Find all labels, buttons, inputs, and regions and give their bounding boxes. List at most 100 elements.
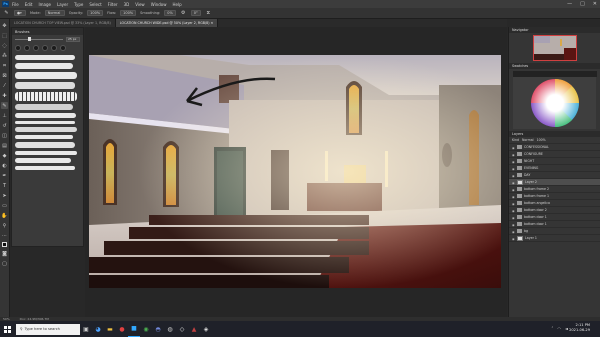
visibility-eye-icon[interactable]: ◉ [512,202,515,206]
brush-preset-picker[interactable]: ●▾ [14,10,26,16]
minimize-button[interactable]: — [567,1,572,7]
blur-tool-icon[interactable]: ◆ [1,152,8,159]
flow-input[interactable]: 100% [120,10,137,16]
gradient-tool-icon[interactable]: ▤ [1,142,8,149]
layer-row[interactable]: ◉ bottom door 1 [509,214,600,221]
tab-church-top-view[interactable]: LOCATION CHURCH TOP VIEW.psd @ 33% (Laye… [10,19,116,27]
file-explorer-icon[interactable]: ▬ [104,321,116,337]
brush-preset[interactable] [15,45,21,51]
brush-stroke-preview[interactable] [15,142,75,148]
visibility-eye-icon[interactable]: ◉ [512,146,515,150]
move-tool-icon[interactable]: ✥ [1,22,8,29]
layer-row[interactable]: ◉ EVENING [509,165,600,172]
menu-layer[interactable]: Layer [57,2,68,7]
history-brush-tool-icon[interactable]: ↺ [1,122,8,129]
visibility-eye-icon[interactable]: ◉ [512,237,515,241]
layer-row[interactable]: ◉ CONFESSIONAL [509,144,600,151]
layer-row[interactable]: ◉ bottom frame 1 [509,193,600,200]
rectangle-tool-icon[interactable]: ▭ [1,202,8,209]
close-button[interactable]: ✕ [593,1,597,7]
layer-row[interactable]: ◉ bottom angelica [509,200,600,207]
menu-edit[interactable]: Edit [25,2,33,7]
more-tools-icon[interactable]: ⋯ [1,232,8,239]
symmetry-icon[interactable]: ⧖ [205,10,212,17]
document-canvas[interactable] [89,55,501,288]
brush-stroke-preview[interactable] [15,55,75,60]
menu-filter[interactable]: Filter [108,2,118,7]
visibility-eye-icon[interactable]: ◉ [512,167,515,171]
menu-3d[interactable]: 3D [124,2,130,7]
settings-gear-icon[interactable]: ⚙ [180,10,187,17]
mode-select[interactable]: Normal [44,10,65,16]
menu-view[interactable]: View [135,2,145,7]
app-icon[interactable]: ▲ [188,321,200,337]
brush-preset[interactable] [33,45,39,51]
smoothing-input[interactable]: 0% [164,10,176,16]
tray-chevron-icon[interactable]: ˄ [551,326,553,331]
tab-church-wide[interactable]: LOCATION CHURCH WIDE.psd @ 50% (Layer 2,… [115,19,219,27]
crop-tool-icon[interactable]: ⌗ [1,62,8,69]
menu-file[interactable]: File [12,2,19,7]
volume-icon[interactable]: ◄ [565,326,568,331]
visibility-eye-icon[interactable]: ◉ [512,174,515,178]
menu-image[interactable]: Image [38,2,51,7]
path-select-tool-icon[interactable]: ➤ [1,192,8,199]
brush-size-slider[interactable] [15,37,63,41]
quick-mask-icon[interactable]: ◙ [1,250,8,257]
slider-handle[interactable] [28,37,32,41]
healing-brush-tool-icon[interactable]: ✚ [1,92,8,99]
color-picker[interactable] [513,71,597,129]
network-icon[interactable]: ◠ [557,326,561,331]
menu-select[interactable]: Select [89,2,101,7]
layer-row[interactable]: ◉ Layer 1 [509,235,600,242]
task-view-icon[interactable]: ▣ [80,321,92,337]
layer-row[interactable]: ◉ bg [509,228,600,235]
brush-stroke-preview[interactable] [15,113,76,118]
layer-opacity-input[interactable]: 100% [537,138,546,142]
screen-mode-icon[interactable]: ▢ [1,260,8,267]
kind-filter[interactable]: Kind [512,138,519,142]
brush-tool-icon[interactable]: ✎ [1,102,8,109]
opacity-input[interactable]: 100% [87,10,104,16]
brush-stroke-preview[interactable] [15,104,73,110]
eyedropper-tool-icon[interactable]: ⁄ [1,82,8,89]
brush-stroke-preview[interactable] [15,158,71,163]
app-icon[interactable]: ◇ [176,321,188,337]
hand-tool-icon[interactable]: ✋ [1,212,8,219]
marquee-tool-icon[interactable]: ⬚ [1,32,8,39]
visibility-eye-icon[interactable]: ◉ [512,223,515,227]
layer-row[interactable]: ◉ Layer 2 [509,179,600,186]
menu-window[interactable]: Window [151,2,167,7]
pen-tool-icon[interactable]: ✒ [1,172,8,179]
eraser-tool-icon[interactable]: ◫ [1,132,8,139]
type-tool-icon[interactable]: T [1,182,8,189]
dodge-tool-icon[interactable]: ◐ [1,162,8,169]
blend-mode-select[interactable]: Normal [522,138,534,142]
visibility-eye-icon[interactable]: ◉ [512,216,515,220]
layer-row[interactable]: ◉ DAY [509,172,600,179]
quick-select-tool-icon[interactable]: ⁂ [1,52,8,59]
brush-tool-icon[interactable]: ✎ [3,10,10,17]
brush-stroke-preview[interactable] [15,166,75,170]
visibility-eye-icon[interactable]: ◉ [512,230,515,234]
visibility-eye-icon[interactable]: ◉ [512,153,515,157]
brush-preset[interactable] [42,45,48,51]
brush-size-input[interactable]: 25 px [66,36,80,42]
brush-preset[interactable] [24,45,30,51]
start-button[interactable] [0,321,14,337]
zoom-tool-icon[interactable]: ⚲ [1,222,8,229]
foreground-color-swatch[interactable] [2,242,7,247]
maximize-button[interactable]: □ [580,1,585,7]
layer-row[interactable]: ◉ bottom door 2 [509,207,600,214]
visibility-eye-icon[interactable]: ◉ [512,195,515,199]
menu-help[interactable]: Help [172,2,181,7]
visibility-eye-icon[interactable]: ◉ [512,160,515,164]
layer-row[interactable]: ◉ bottom frame 2 [509,186,600,193]
visibility-eye-icon[interactable]: ◉ [512,188,515,192]
brush-stroke-preview[interactable] [15,72,77,79]
taskbar-search[interactable]: ⚲ Type here to search [16,323,80,335]
angle-input[interactable]: 0° [190,10,201,16]
app-icon[interactable]: ◈ [200,321,212,337]
chrome-icon[interactable]: ◉ [140,321,152,337]
edge-icon[interactable]: ◕ [92,321,104,337]
